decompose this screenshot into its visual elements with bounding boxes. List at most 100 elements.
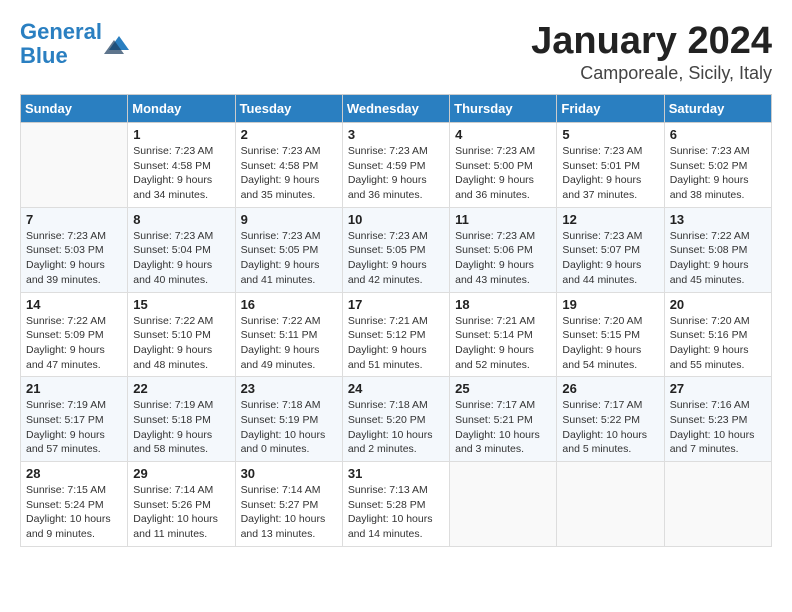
- day-number: 21: [26, 381, 122, 396]
- calendar-week-row: 28 Sunrise: 7:15 AMSunset: 5:24 PMDayligh…: [21, 462, 772, 547]
- day-number: 16: [241, 297, 337, 312]
- calendar-cell: 10Sunrise: 7:23 AMSunset: 5:05 PMDayligh…: [342, 207, 449, 292]
- calendar-cell: 4Sunrise: 7:23 AMSunset: 5:00 PMDaylight…: [450, 123, 557, 208]
- col-header-thursday: Thursday: [450, 95, 557, 123]
- logo: General Blue: [20, 20, 134, 68]
- logo-icon: [104, 32, 134, 56]
- day-info: Sunrise: 7:21 AMSunset: 5:14 PMDaylight:…: [455, 314, 551, 373]
- day-number: 1: [133, 127, 229, 142]
- day-info: Sunrise: 7:23 AMSunset: 5:02 PMDaylight:…: [670, 144, 766, 203]
- day-info: Sunrise: 7:17 AMSunset: 5:21 PMDaylight:…: [455, 398, 551, 457]
- calendar-cell: 18 Sunrise: 7:21 AMSunset: 5:14 PMDayligh…: [450, 292, 557, 377]
- day-info: Sunrise: 7:13 AMSunset: 5:28 PMDaylight:…: [348, 483, 444, 542]
- calendar-cell: 1 Sunrise: 7:23 AMSunset: 4:58 PMDaylight…: [128, 123, 235, 208]
- calendar-cell: 5Sunrise: 7:23 AMSunset: 5:01 PMDaylight…: [557, 123, 664, 208]
- day-info: Sunrise: 7:20 AMSunset: 5:16 PMDaylight:…: [670, 314, 766, 373]
- day-info: Sunrise: 7:23 AMSunset: 5:06 PMDaylight:…: [455, 229, 551, 288]
- day-info: Sunrise: 7:22 AMSunset: 5:09 PMDaylight:…: [26, 314, 122, 373]
- day-number: 26: [562, 381, 658, 396]
- calendar-cell: 15 Sunrise: 7:22 AMSunset: 5:10 PMDayligh…: [128, 292, 235, 377]
- calendar-week-row: 14 Sunrise: 7:22 AMSunset: 5:09 PMDayligh…: [21, 292, 772, 377]
- day-number: 27: [670, 381, 766, 396]
- day-info: Sunrise: 7:19 AMSunset: 5:17 PMDaylight:…: [26, 398, 122, 457]
- day-number: 18: [455, 297, 551, 312]
- day-number: 5: [562, 127, 658, 142]
- day-number: 15: [133, 297, 229, 312]
- day-info: Sunrise: 7:23 AMSunset: 5:03 PMDaylight:…: [26, 229, 122, 288]
- day-info: Sunrise: 7:23 AMSunset: 5:07 PMDaylight:…: [562, 229, 658, 288]
- calendar-cell: [557, 462, 664, 547]
- calendar-cell: 23Sunrise: 7:18 AMSunset: 5:19 PMDayligh…: [235, 377, 342, 462]
- calendar-cell: 22 Sunrise: 7:19 AMSunset: 5:18 PMDayligh…: [128, 377, 235, 462]
- day-number: 4: [455, 127, 551, 142]
- calendar-cell: [664, 462, 771, 547]
- day-number: 31: [348, 466, 444, 481]
- day-info: Sunrise: 7:23 AMSunset: 4:58 PMDaylight:…: [241, 144, 337, 203]
- calendar-cell: 19 Sunrise: 7:20 AMSunset: 5:15 PMDayligh…: [557, 292, 664, 377]
- day-info: Sunrise: 7:15 AMSunset: 5:24 PMDaylight:…: [26, 483, 122, 542]
- calendar-header-row: SundayMondayTuesdayWednesdayThursdayFrid…: [21, 95, 772, 123]
- calendar-cell: 31 Sunrise: 7:13 AMSunset: 5:28 PMDayligh…: [342, 462, 449, 547]
- calendar-cell: 28 Sunrise: 7:15 AMSunset: 5:24 PMDayligh…: [21, 462, 128, 547]
- day-info: Sunrise: 7:22 AMSunset: 5:11 PMDaylight:…: [241, 314, 337, 373]
- day-info: Sunrise: 7:23 AMSunset: 5:04 PMDaylight:…: [133, 229, 229, 288]
- month-title: January 2024: [531, 20, 772, 63]
- calendar-cell: 26 Sunrise: 7:17 AMSunset: 5:22 PMDayligh…: [557, 377, 664, 462]
- day-number: 13: [670, 212, 766, 227]
- calendar-cell: 25Sunrise: 7:17 AMSunset: 5:21 PMDayligh…: [450, 377, 557, 462]
- calendar-cell: 21 Sunrise: 7:19 AMSunset: 5:17 PMDayligh…: [21, 377, 128, 462]
- calendar-cell: 7 Sunrise: 7:23 AMSunset: 5:03 PMDaylight…: [21, 207, 128, 292]
- day-info: Sunrise: 7:22 AMSunset: 5:08 PMDaylight:…: [670, 229, 766, 288]
- day-number: 22: [133, 381, 229, 396]
- calendar-cell: 6 Sunrise: 7:23 AMSunset: 5:02 PMDaylight…: [664, 123, 771, 208]
- day-number: 10: [348, 212, 444, 227]
- day-number: 19: [562, 297, 658, 312]
- logo-blue: Blue: [20, 43, 68, 68]
- day-info: Sunrise: 7:23 AMSunset: 5:05 PMDaylight:…: [241, 229, 337, 288]
- day-number: 11: [455, 212, 551, 227]
- calendar-cell: 27Sunrise: 7:16 AMSunset: 5:23 PMDayligh…: [664, 377, 771, 462]
- calendar-cell: 17Sunrise: 7:21 AMSunset: 5:12 PMDayligh…: [342, 292, 449, 377]
- day-number: 2: [241, 127, 337, 142]
- day-info: Sunrise: 7:20 AMSunset: 5:15 PMDaylight:…: [562, 314, 658, 373]
- col-header-sunday: Sunday: [21, 95, 128, 123]
- logo-general: General: [20, 19, 102, 44]
- col-header-friday: Friday: [557, 95, 664, 123]
- day-number: 24: [348, 381, 444, 396]
- day-number: 7: [26, 212, 122, 227]
- day-number: 28: [26, 466, 122, 481]
- day-number: 29: [133, 466, 229, 481]
- day-number: 30: [241, 466, 337, 481]
- calendar-cell: [21, 123, 128, 208]
- calendar-cell: 14 Sunrise: 7:22 AMSunset: 5:09 PMDayligh…: [21, 292, 128, 377]
- calendar-cell: 11 Sunrise: 7:23 AMSunset: 5:06 PMDayligh…: [450, 207, 557, 292]
- day-info: Sunrise: 7:19 AMSunset: 5:18 PMDaylight:…: [133, 398, 229, 457]
- calendar-cell: 3Sunrise: 7:23 AMSunset: 4:59 PMDaylight…: [342, 123, 449, 208]
- calendar-cell: 24 Sunrise: 7:18 AMSunset: 5:20 PMDayligh…: [342, 377, 449, 462]
- day-number: 12: [562, 212, 658, 227]
- calendar-cell: 8Sunrise: 7:23 AMSunset: 5:04 PMDaylight…: [128, 207, 235, 292]
- day-info: Sunrise: 7:21 AMSunset: 5:12 PMDaylight:…: [348, 314, 444, 373]
- day-number: 3: [348, 127, 444, 142]
- col-header-monday: Monday: [128, 95, 235, 123]
- calendar-week-row: 21 Sunrise: 7:19 AMSunset: 5:17 PMDayligh…: [21, 377, 772, 462]
- day-info: Sunrise: 7:18 AMSunset: 5:20 PMDaylight:…: [348, 398, 444, 457]
- day-info: Sunrise: 7:14 AMSunset: 5:26 PMDaylight:…: [133, 483, 229, 542]
- calendar-cell: 29 Sunrise: 7:14 AMSunset: 5:26 PMDayligh…: [128, 462, 235, 547]
- calendar-cell: 20Sunrise: 7:20 AMSunset: 5:16 PMDayligh…: [664, 292, 771, 377]
- calendar-cell: 30 Sunrise: 7:14 AMSunset: 5:27 PMDayligh…: [235, 462, 342, 547]
- day-info: Sunrise: 7:17 AMSunset: 5:22 PMDaylight:…: [562, 398, 658, 457]
- day-info: Sunrise: 7:23 AMSunset: 4:58 PMDaylight:…: [133, 144, 229, 203]
- day-number: 14: [26, 297, 122, 312]
- col-header-saturday: Saturday: [664, 95, 771, 123]
- calendar-cell: 13 Sunrise: 7:22 AMSunset: 5:08 PMDayligh…: [664, 207, 771, 292]
- day-info: Sunrise: 7:14 AMSunset: 5:27 PMDaylight:…: [241, 483, 337, 542]
- calendar-cell: 2 Sunrise: 7:23 AMSunset: 4:58 PMDaylight…: [235, 123, 342, 208]
- calendar-cell: 12 Sunrise: 7:23 AMSunset: 5:07 PMDayligh…: [557, 207, 664, 292]
- day-number: 9: [241, 212, 337, 227]
- calendar-week-row: 7 Sunrise: 7:23 AMSunset: 5:03 PMDaylight…: [21, 207, 772, 292]
- day-number: 23: [241, 381, 337, 396]
- page-header: General Blue January 2024 Camporeale, Si…: [20, 20, 772, 84]
- day-info: Sunrise: 7:22 AMSunset: 5:10 PMDaylight:…: [133, 314, 229, 373]
- day-number: 6: [670, 127, 766, 142]
